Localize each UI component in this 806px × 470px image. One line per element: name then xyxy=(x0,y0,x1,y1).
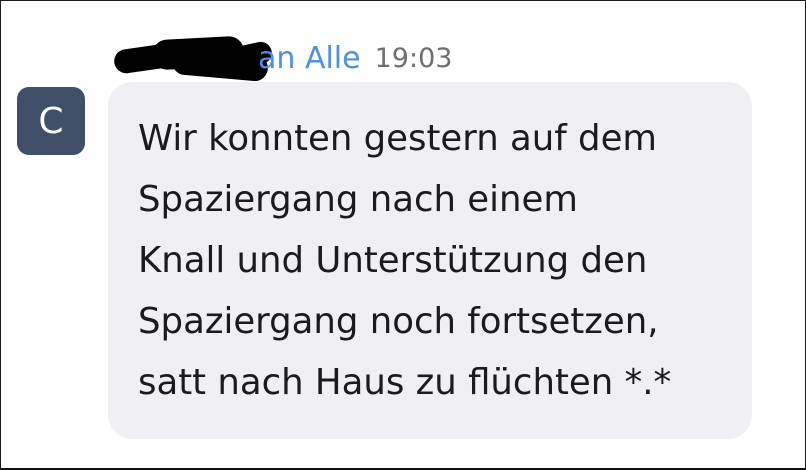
avatar-initial: C xyxy=(38,100,64,142)
redaction-marker-icon xyxy=(112,35,274,83)
message-bubble[interactable]: Wir konnten gestern auf dem Spaziergang … xyxy=(108,82,752,439)
avatar[interactable]: C xyxy=(17,87,85,155)
message-text: Wir konnten gestern auf dem Spaziergang … xyxy=(138,118,672,403)
message-timestamp: 19:03 xyxy=(374,42,453,74)
recipient-name: Alle xyxy=(304,40,361,76)
message-header: an Alle 19:03 xyxy=(112,35,453,83)
sender-label[interactable]: an Alle xyxy=(258,41,361,76)
sender-name-suffix: an xyxy=(258,40,296,76)
